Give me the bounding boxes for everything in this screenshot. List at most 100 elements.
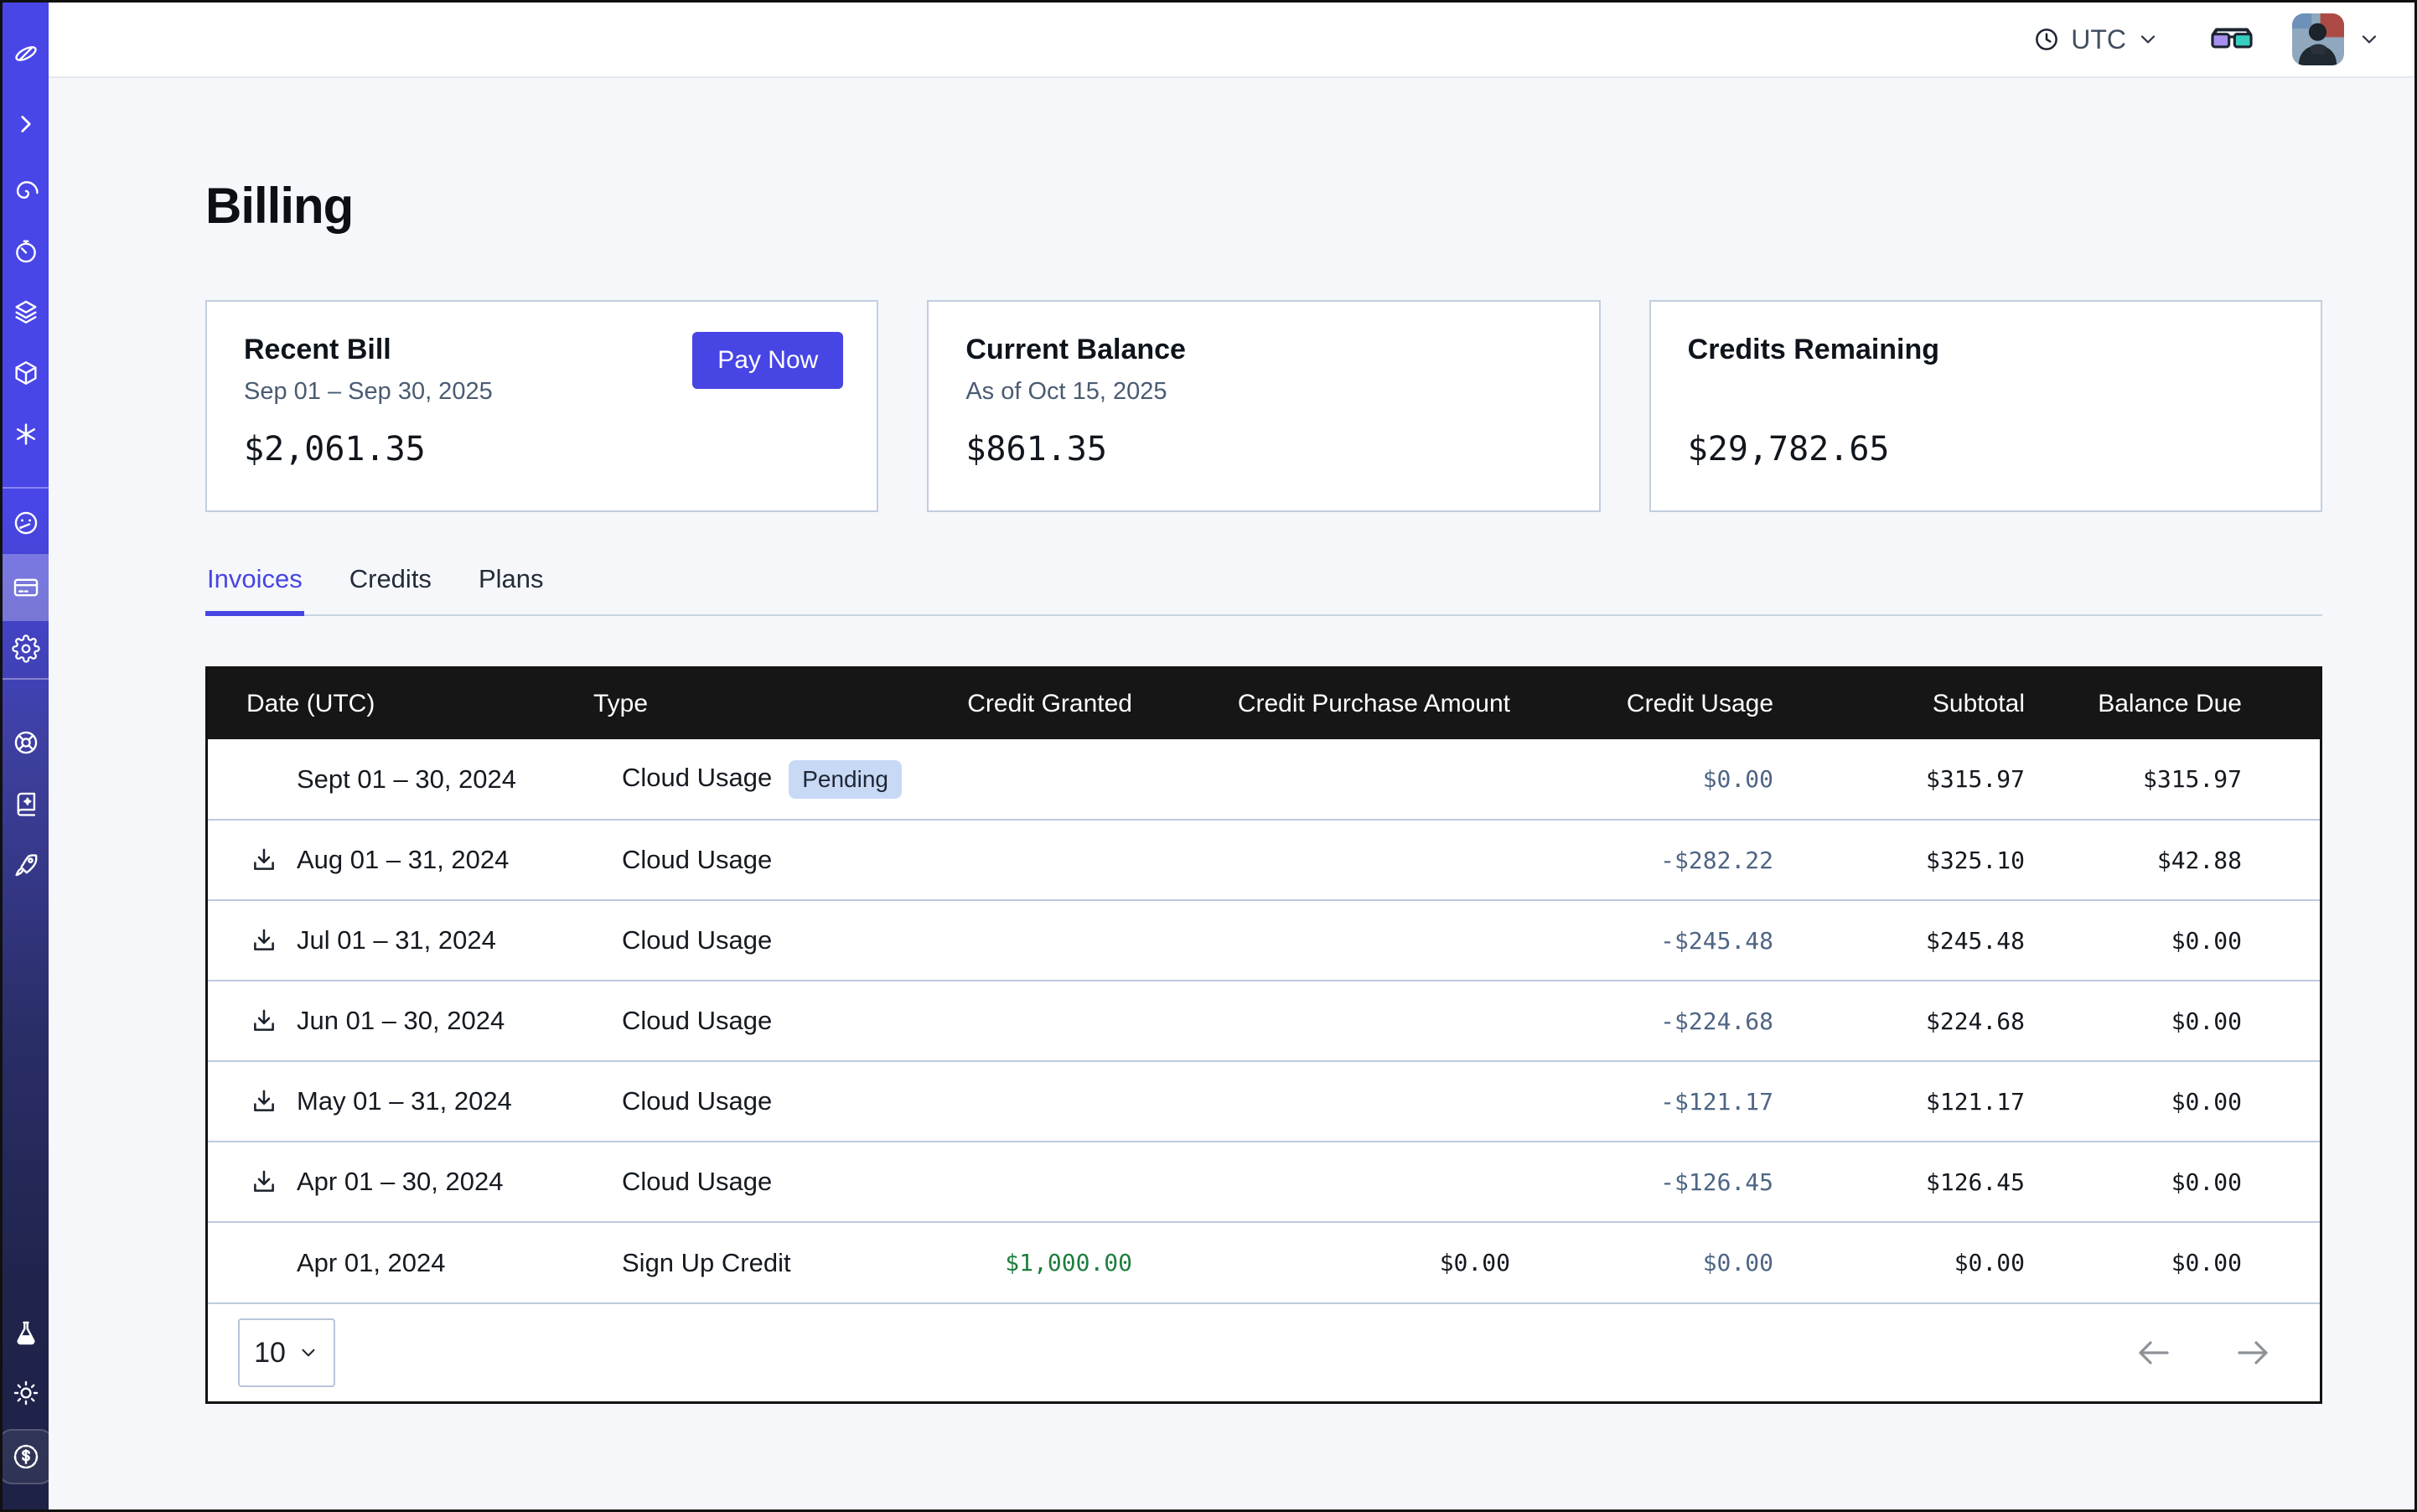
row-balance-due: $0.00 (2025, 1061, 2320, 1142)
current-balance-amount: $861.35 (965, 430, 1561, 469)
settings-gear-icon[interactable] (12, 634, 40, 663)
row-credit-granted (929, 1061, 1132, 1142)
summary-cards: Recent Bill Sep 01 – Sep 30, 2025 $2,061… (205, 300, 2322, 512)
asterisk-icon[interactable] (12, 420, 40, 448)
previous-page-button[interactable] (2134, 1333, 2174, 1373)
content-column: UTC Billing Recent Bill Sep 01 – Sep 30,… (49, 3, 2414, 1509)
rocket-icon[interactable] (12, 851, 40, 879)
tab-credits[interactable]: Credits (348, 564, 433, 616)
row-type: Sign Up Credit (622, 1248, 791, 1277)
column-header: Subtotal (1773, 669, 2025, 739)
card-subtitle: As of Oct 15, 2025 (965, 378, 1561, 408)
download-icon (250, 846, 278, 874)
row-subtotal: $126.45 (1773, 1142, 2025, 1222)
download-icon (250, 1007, 278, 1035)
timezone-selector[interactable]: UTC (2032, 24, 2160, 55)
row-credit-purchase (1132, 1142, 1510, 1222)
sidebar-divider (3, 678, 49, 680)
billing-tabs: Invoices Credits Plans (205, 564, 2322, 616)
timezone-label: UTC (2071, 24, 2126, 55)
row-date: Aug 01 – 31, 2024 (297, 845, 509, 875)
layers-icon[interactable] (12, 298, 40, 326)
next-page-button[interactable] (2233, 1333, 2273, 1373)
chevron-down-icon (2136, 28, 2160, 51)
logo-icon (12, 39, 40, 68)
row-balance-due: $42.88 (2025, 820, 2320, 900)
table-row: Sept 01 – 30, 2024 Cloud UsagePending $0… (208, 739, 2320, 820)
row-credit-usage: $0.00 (1510, 1222, 1773, 1302)
row-date: Apr 01, 2024 (297, 1248, 446, 1278)
card-title: Credits Remaining (1688, 334, 2284, 366)
tab-invoices[interactable]: Invoices (205, 564, 304, 616)
chevron-down-icon (298, 1342, 319, 1364)
page-size-select[interactable]: 10 (238, 1318, 335, 1387)
row-balance-due: $0.00 (2025, 900, 2320, 981)
row-date: Jun 01 – 30, 2024 (297, 1006, 505, 1036)
download-icon (250, 1168, 278, 1196)
current-balance-card: Current Balance As of Oct 15, 2025 $861.… (927, 300, 1600, 512)
sidebar-divider (3, 487, 49, 489)
arrow-left-icon (2134, 1333, 2174, 1373)
support-wheel-icon[interactable] (12, 728, 40, 757)
row-subtotal: $224.68 (1773, 981, 2025, 1061)
row-credit-purchase: $0.00 (1132, 1222, 1510, 1302)
timer-icon[interactable] (12, 237, 40, 266)
table-row: Jul 01 – 31, 2024 Cloud Usage -$245.48 $… (208, 900, 2320, 981)
download-invoice-button[interactable] (250, 1007, 278, 1035)
avatar[interactable] (2292, 13, 2344, 65)
theme-sun-icon[interactable] (12, 1379, 40, 1407)
row-type: Cloud Usage (622, 763, 772, 792)
credits-remaining-amount: $29,782.65 (1688, 430, 2284, 469)
row-credit-usage: -$121.17 (1510, 1061, 1773, 1142)
column-header: Credit Granted (929, 669, 1132, 739)
invoices-table-header: Date (UTC)TypeCredit GrantedCredit Purch… (208, 669, 2320, 739)
page-size-value: 10 (254, 1337, 286, 1370)
invoices-table: Date (UTC)TypeCredit GrantedCredit Purch… (208, 669, 2320, 1302)
tab-plans[interactable]: Plans (477, 564, 546, 616)
flask-icon[interactable] (12, 1318, 40, 1347)
arrow-right-icon (2233, 1333, 2273, 1373)
cube-icon[interactable] (12, 359, 40, 387)
3d-glasses-icon[interactable] (2210, 26, 2254, 53)
billing-page: Billing Recent Bill Sep 01 – Sep 30, 202… (49, 78, 2414, 1509)
row-credit-granted (929, 1142, 1132, 1222)
download-icon (250, 926, 278, 955)
recent-bill-card: Recent Bill Sep 01 – Sep 30, 2025 $2,061… (205, 300, 878, 512)
pagination-arrows (2134, 1333, 2273, 1373)
column-header: Credit Purchase Amount (1132, 669, 1510, 739)
row-credit-granted: $1,000.00 (929, 1222, 1132, 1302)
row-type: Cloud Usage (622, 845, 772, 874)
download-invoice-button[interactable] (250, 926, 278, 955)
row-subtotal: $315.97 (1773, 739, 2025, 820)
column-header: Balance Due (2025, 669, 2320, 739)
row-balance-due: $315.97 (2025, 739, 2320, 820)
row-type: Cloud Usage (622, 1167, 772, 1196)
row-credit-granted (929, 981, 1132, 1061)
card-title: Current Balance (965, 334, 1561, 366)
docs-book-icon[interactable] (12, 790, 40, 818)
spiral-icon[interactable] (12, 177, 40, 205)
row-credit-usage: -$282.22 (1510, 820, 1773, 900)
row-credit-usage: $0.00 (1510, 739, 1773, 820)
row-balance-due: $0.00 (2025, 981, 2320, 1061)
table-footer: 10 (208, 1302, 2320, 1401)
row-date: Apr 01 – 30, 2024 (297, 1167, 503, 1197)
dollar-seal-icon (10, 1441, 42, 1473)
row-balance-due: $0.00 (2025, 1222, 2320, 1302)
download-invoice-button[interactable] (250, 1087, 278, 1116)
download-invoice-button[interactable] (250, 846, 278, 874)
pay-now-button[interactable]: Pay Now (692, 332, 843, 389)
row-subtotal: $245.48 (1773, 900, 2025, 981)
account-chevron-down-icon[interactable] (2357, 28, 2381, 51)
table-row: Apr 01 – 30, 2024 Cloud Usage -$126.45 $… (208, 1142, 2320, 1222)
column-header: Date (UTC) (208, 669, 593, 739)
row-balance-due: $0.00 (2025, 1142, 2320, 1222)
download-invoice-button[interactable] (250, 1168, 278, 1196)
row-subtotal: $121.17 (1773, 1061, 2025, 1142)
row-credit-purchase (1132, 820, 1510, 900)
gauge-icon[interactable] (12, 509, 40, 537)
credits-dollar-badge-button[interactable] (0, 1429, 54, 1484)
table-row: May 01 – 31, 2024 Cloud Usage -$121.17 $… (208, 1061, 2320, 1142)
billing-card-icon[interactable] (12, 573, 40, 602)
sidebar-expand-chevron[interactable] (12, 110, 40, 138)
